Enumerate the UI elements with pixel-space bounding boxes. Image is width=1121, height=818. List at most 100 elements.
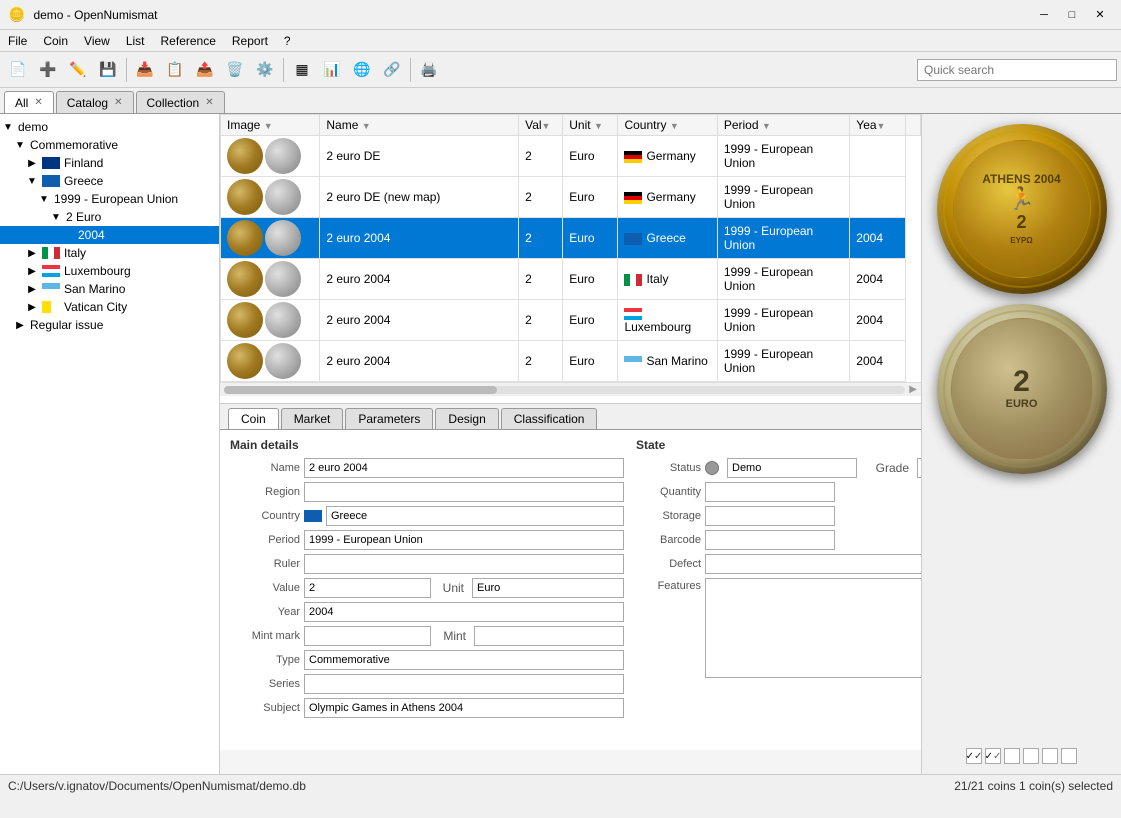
import-button[interactable]: 📥 [131, 56, 159, 84]
tree-item-vaticancity[interactable]: ▶ Vatican City [0, 298, 219, 316]
mint-input[interactable] [474, 626, 624, 646]
tree-item-2euro[interactable]: ▼ 2 Euro [0, 208, 219, 226]
col-year[interactable]: Yea▼ [850, 115, 905, 136]
tree-item-regularissue[interactable]: ▶ Regular issue [0, 316, 219, 334]
unit-input[interactable] [472, 578, 624, 598]
menu-report[interactable]: Report [224, 32, 276, 50]
mintmark-input[interactable] [304, 626, 431, 646]
tab-collection[interactable]: Collection ✕ [136, 91, 225, 113]
settings-button[interactable]: ⚙️ [251, 56, 279, 84]
ruler-input[interactable] [304, 554, 624, 574]
minimize-button[interactable]: ─ [1031, 5, 1057, 25]
tree-item-italy[interactable]: ▶ Italy [0, 244, 219, 262]
series-input[interactable] [304, 674, 624, 694]
expand-finland[interactable]: ▶ [26, 158, 38, 169]
globe-view-button[interactable]: 🌐 [348, 56, 376, 84]
table-row[interactable]: 2 euro 20042EuroGreece1999 - European Un… [221, 218, 921, 259]
expand-italy[interactable]: ▶ [26, 248, 38, 259]
export-button[interactable]: 📤 [191, 56, 219, 84]
menu-file[interactable]: File [0, 32, 35, 50]
link-view-button[interactable]: 🔗 [378, 56, 406, 84]
table-row[interactable]: 2 euro 20042EuroSan Marino1999 - Europea… [221, 341, 921, 382]
export-list-button[interactable]: 📋 [161, 56, 189, 84]
checkbox-4[interactable] [1023, 748, 1039, 764]
tree-item-2004[interactable]: 2004 [0, 226, 219, 244]
checkbox-3[interactable] [1004, 748, 1020, 764]
tree-item-commemorative[interactable]: ▼ Commemorative [0, 136, 219, 154]
tab-all[interactable]: All ✕ [4, 91, 54, 113]
detail-tab-parameters[interactable]: Parameters [345, 408, 433, 429]
menu-reference[interactable]: Reference [153, 32, 224, 50]
expand-demo[interactable]: ▼ [2, 122, 14, 133]
expand-sanmarino[interactable]: ▶ [26, 284, 38, 295]
region-input[interactable] [304, 482, 624, 502]
tab-catalog-close[interactable]: ✕ [114, 97, 122, 108]
chart-view-button[interactable]: 📊 [318, 56, 346, 84]
barcode-input[interactable] [705, 530, 835, 550]
col-period[interactable]: Period ▼ [717, 115, 849, 136]
detail-tab-coin[interactable]: Coin [228, 408, 279, 429]
checkbox-5[interactable] [1042, 748, 1058, 764]
col-name[interactable]: Name ▼ [320, 115, 519, 136]
expand-commemorative[interactable]: ▼ [14, 140, 26, 151]
menu-coin[interactable]: Coin [35, 32, 76, 50]
close-button[interactable]: ✕ [1087, 5, 1113, 25]
tree-item-greece[interactable]: ▼ Greece [0, 172, 219, 190]
name-input[interactable] [304, 458, 624, 478]
subject-input[interactable] [304, 698, 624, 718]
detail-tab-design[interactable]: Design [435, 408, 498, 429]
checkbox-2[interactable]: ✓ [985, 748, 1001, 764]
detail-tab-market[interactable]: Market [281, 408, 344, 429]
tree-item-1999eu[interactable]: ▼ 1999 - European Union [0, 190, 219, 208]
defect-input[interactable] [705, 554, 921, 574]
tree-item-demo[interactable]: ▼ demo [0, 118, 219, 136]
new-file-button[interactable]: 📄 [4, 56, 32, 84]
maximize-button[interactable]: □ [1059, 5, 1085, 25]
storage-input[interactable] [705, 506, 835, 526]
table-row[interactable]: 2 euro DE (new map)2EuroGermany1999 - Eu… [221, 177, 921, 218]
table-row[interactable]: 2 euro 20042EuroLuxembourg1999 - Europea… [221, 300, 921, 341]
tab-collection-close[interactable]: ✕ [205, 97, 213, 108]
checkbox-1[interactable]: ✓ [966, 748, 982, 764]
tab-all-close[interactable]: ✕ [34, 97, 42, 108]
save-button[interactable]: 💾 [94, 56, 122, 84]
col-value[interactable]: Val▼ [519, 115, 563, 136]
tree-item-luxembourg[interactable]: ▶ Luxembourg [0, 262, 219, 280]
coin-thumb-obverse [227, 302, 263, 338]
col-unit[interactable]: Unit ▼ [563, 115, 618, 136]
status-input[interactable] [727, 458, 857, 478]
col-image[interactable]: Image ▼ [221, 115, 320, 136]
table-row[interactable]: 2 euro 20042EuroItaly1999 - European Uni… [221, 259, 921, 300]
toolbar-sep-2 [283, 58, 284, 82]
menu-view[interactable]: View [76, 32, 118, 50]
delete-button[interactable]: 🗑️ [221, 56, 249, 84]
detail-tab-classification[interactable]: Classification [501, 408, 598, 429]
tree-item-finland[interactable]: ▶ Finland [0, 154, 219, 172]
country-input[interactable] [326, 506, 624, 526]
year-input[interactable] [304, 602, 624, 622]
table-row[interactable]: 2 euro DE2EuroGermany1999 - European Uni… [221, 136, 921, 177]
edit-button[interactable]: ✏️ [64, 56, 92, 84]
tree-item-sanmarino[interactable]: ▶ San Marino [0, 280, 219, 298]
type-input[interactable] [304, 650, 624, 670]
features-textarea[interactable] [705, 578, 921, 678]
coin-period-cell: 1999 - European Union [717, 136, 849, 177]
expand-luxembourg[interactable]: ▶ [26, 266, 38, 277]
col-country[interactable]: Country ▼ [618, 115, 717, 136]
tab-catalog[interactable]: Catalog ✕ [56, 91, 134, 113]
table-view-button[interactable]: ▦ [288, 56, 316, 84]
expand-2euro[interactable]: ▼ [50, 212, 62, 223]
expand-vaticancity[interactable]: ▶ [26, 302, 38, 313]
quantity-input[interactable] [705, 482, 835, 502]
expand-regularissue[interactable]: ▶ [14, 320, 26, 331]
checkbox-6[interactable] [1061, 748, 1077, 764]
search-input[interactable] [917, 59, 1117, 81]
menu-list[interactable]: List [118, 32, 153, 50]
expand-1999eu[interactable]: ▼ [38, 194, 50, 205]
print-button[interactable]: 🖨️ [415, 56, 443, 84]
value-input[interactable] [304, 578, 431, 598]
add-button[interactable]: ➕ [34, 56, 62, 84]
expand-greece[interactable]: ▼ [26, 176, 38, 187]
menu-help[interactable]: ? [276, 32, 299, 50]
period-input[interactable] [304, 530, 624, 550]
